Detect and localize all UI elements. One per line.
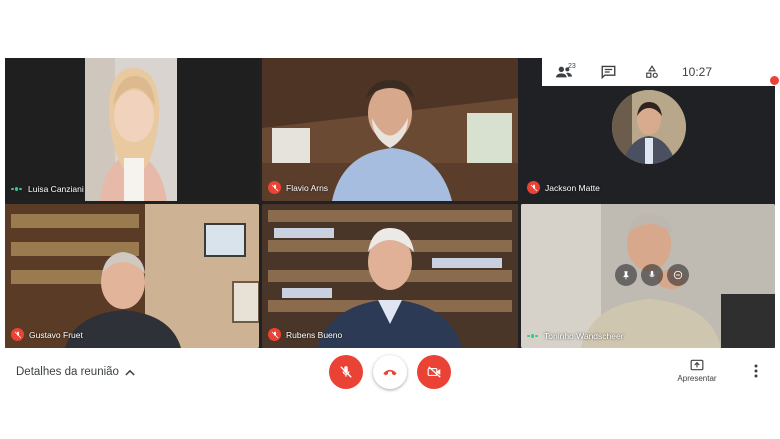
video-feed — [262, 204, 518, 348]
chat-icon — [601, 65, 615, 79]
present-label: Apresentar — [677, 374, 717, 383]
chevron-up-icon — [125, 369, 135, 376]
leave-call-button[interactable] — [373, 355, 407, 389]
camera-toggle-button[interactable] — [417, 355, 451, 389]
people-count: 23 — [568, 63, 576, 70]
speaking-indicator-icon — [527, 331, 539, 341]
speaking-indicator-icon — [11, 184, 23, 194]
participant-tile-flavio[interactable]: Flavio Arns — [262, 58, 518, 201]
participant-tile-gustavo[interactable]: Gustavo Fruet — [5, 204, 259, 348]
video-feed — [262, 58, 518, 201]
participant-name-label: Luisa Canziani — [11, 184, 84, 194]
meeting-details-button[interactable]: Detalhes da reunião — [16, 366, 135, 378]
pin-icon[interactable] — [615, 264, 637, 286]
participant-name-label: Toninho Wandscheer — [527, 331, 624, 341]
mic-off-icon — [340, 366, 352, 378]
hangup-icon — [383, 369, 397, 376]
activities-button[interactable] — [630, 58, 674, 86]
tile-hover-controls — [615, 264, 689, 286]
clock: 10:27 — [682, 65, 713, 79]
participant-name-label: Jackson Matte — [527, 181, 600, 194]
remove-participant-icon[interactable] — [667, 264, 689, 286]
chat-button[interactable] — [586, 58, 630, 86]
meeting-toolbar: 23 10:27 — [542, 58, 779, 86]
video-grid: Luisa Canziani Flavio Arns Jackson Matte… — [5, 58, 775, 348]
video-feed — [5, 204, 259, 348]
participant-name-label: Rubens Bueno — [268, 328, 342, 341]
mic-off-icon — [11, 328, 24, 341]
participant-tile-toninho[interactable]: Toninho Wandscheer — [521, 204, 775, 348]
camera-off-icon — [427, 366, 441, 378]
bottom-bar: Detalhes da reunião Apresentar — [0, 350, 780, 400]
meeting-details-label: Detalhes da reunião — [16, 366, 119, 378]
participant-tile-jackson[interactable]: Jackson Matte — [521, 86, 775, 201]
participant-tile-rubens[interactable]: Rubens Bueno — [262, 204, 518, 348]
people-button[interactable]: 23 — [542, 58, 586, 86]
activities-icon — [646, 65, 658, 78]
participant-name-label: Flavio Arns — [268, 181, 328, 194]
notification-badge — [770, 76, 779, 85]
mic-off-icon — [527, 181, 540, 194]
participant-name-label: Gustavo Fruet — [11, 328, 83, 341]
participant-tile-luisa[interactable]: Luisa Canziani — [5, 58, 259, 201]
avatar — [612, 90, 686, 164]
present-button[interactable]: Apresentar — [674, 359, 720, 383]
mic-off-icon — [268, 181, 281, 194]
more-options-button[interactable] — [754, 364, 758, 383]
present-icon — [690, 359, 704, 371]
video-feed — [85, 58, 177, 201]
mic-toggle-button[interactable] — [329, 355, 363, 389]
mic-off-icon — [268, 328, 281, 341]
mute-participant-icon[interactable] — [641, 264, 663, 286]
more-vert-icon — [754, 364, 758, 378]
